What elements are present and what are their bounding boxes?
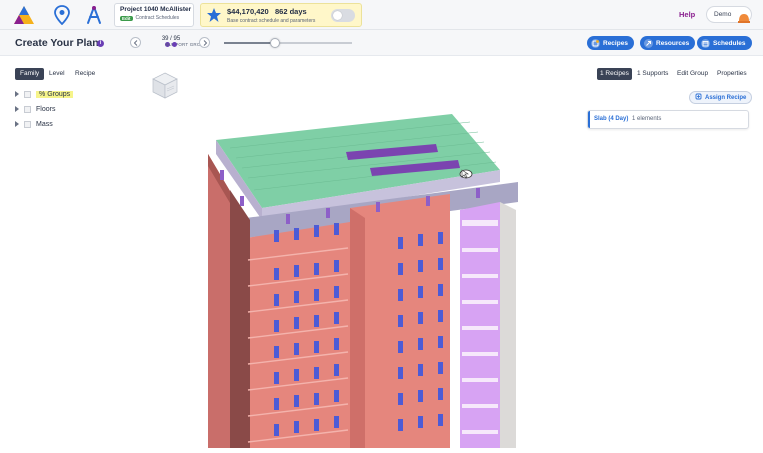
recipe-card[interactable]: Slab (4 Day) 1 elements <box>587 110 749 129</box>
link-icon: % <box>39 90 46 98</box>
project-name: Project 1040 McAllister <box>120 6 192 13</box>
checkbox[interactable] <box>24 120 31 128</box>
top-bar: Project 1040 McAllister Edit Contract Sc… <box>0 0 763 30</box>
tree-item-mass[interactable]: Mass <box>15 118 53 130</box>
group-counter: 39 / 95 SUPPORT GROUP <box>140 36 208 48</box>
tree-item-label: Floors <box>36 105 56 113</box>
page-title: Create Your Plan <box>15 37 99 49</box>
caret-right-icon[interactable] <box>15 121 19 127</box>
info-icon[interactable]: i <box>97 40 104 47</box>
tree-item-label: % Groups <box>36 90 74 98</box>
project-card[interactable]: Project 1040 McAllister Edit Contract Sc… <box>114 3 194 27</box>
hard-hat-icon <box>738 10 750 28</box>
user-menu[interactable]: Demo <box>706 6 752 23</box>
budget-days: 862 days <box>274 7 307 16</box>
resources-icon <box>644 38 653 48</box>
budget-summary: $44,170,420 862 days <box>227 7 307 16</box>
tab-properties[interactable]: Properties <box>717 68 747 80</box>
building-model[interactable] <box>190 110 530 453</box>
resources-label: Resources <box>656 39 690 47</box>
tool-icon[interactable] <box>82 4 106 26</box>
chevron-right-icon[interactable] <box>199 37 210 48</box>
tree-item-groups[interactable]: % Groups <box>15 88 74 100</box>
tab-level[interactable]: Level <box>44 68 70 80</box>
recipes-button[interactable]: Recipes <box>587 36 634 50</box>
caret-right-icon[interactable] <box>15 106 19 112</box>
budget-description: Base contract schedule and parameters <box>227 18 316 24</box>
budget-toggle[interactable] <box>331 9 355 22</box>
assign-icon <box>695 93 702 102</box>
assign-recipe-label: Assign Recipe <box>705 94 747 101</box>
recipes-icon <box>591 38 600 48</box>
project-badge: Edit <box>120 15 133 21</box>
counter-label: SUPPORT GROUP <box>165 42 208 48</box>
schedules-button[interactable]: Schedules <box>697 36 752 50</box>
assign-recipe-button[interactable]: Assign Recipe <box>689 91 753 104</box>
budget-card: $44,170,420 862 days Base contract sched… <box>200 3 362 27</box>
tree-item-floors[interactable]: Floors <box>15 103 55 115</box>
star-icon <box>206 7 222 28</box>
tree-item-label: Mass <box>36 120 53 128</box>
caret-right-icon[interactable] <box>15 91 19 97</box>
tab-recipes[interactable]: 1 Recipes <box>597 68 632 80</box>
timeline-slider[interactable] <box>224 42 352 44</box>
recipe-accent <box>588 111 590 128</box>
recipe-name: Slab (4 Day) <box>594 116 629 122</box>
user-name: Demo <box>714 11 732 18</box>
checkbox[interactable] <box>24 105 31 113</box>
tab-edit-group[interactable]: Edit Group <box>677 68 708 80</box>
checkbox[interactable] <box>24 90 31 98</box>
budget-amount: $44,170,420 <box>227 7 269 16</box>
resources-button[interactable]: Resources <box>640 36 696 50</box>
help-link[interactable]: Help <box>679 10 695 19</box>
view-cube-icon[interactable] <box>150 70 180 105</box>
tab-recipe[interactable]: Recipe <box>70 68 100 80</box>
project-subtitle: Contract Schedules <box>135 15 180 21</box>
tab-supports[interactable]: 1 Supports <box>637 68 668 80</box>
location-pin-icon[interactable] <box>50 4 74 26</box>
slider-fill <box>224 42 276 44</box>
schedules-icon <box>701 38 710 48</box>
tree-item-groups-label: Groups <box>47 90 71 98</box>
logo-icon[interactable] <box>12 4 36 26</box>
recipe-count: 1 elements <box>632 116 662 122</box>
recipes-label: Recipes <box>603 39 628 47</box>
schedules-label: Schedules <box>713 39 746 47</box>
tab-family[interactable]: Family <box>15 68 45 80</box>
